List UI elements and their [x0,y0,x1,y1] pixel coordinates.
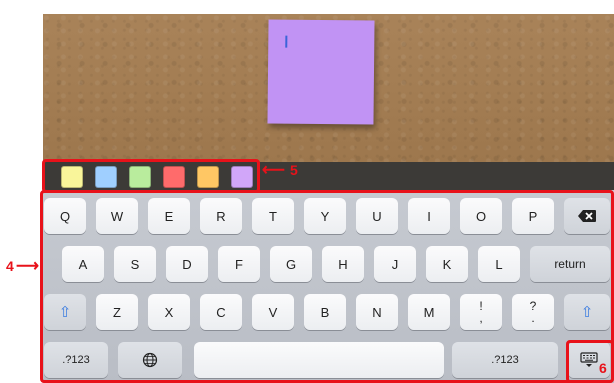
annotation-label-4: 4 [6,258,14,274]
annotation-box-palette [42,159,260,193]
annotation-label-5: 5 [290,162,298,178]
annotation-box-keyboard [40,190,614,383]
annotation-label-6: 6 [599,360,607,376]
text-cursor [285,35,288,48]
sticky-note[interactable] [267,19,375,125]
annotation-arrow-right-icon: ⟶ [16,258,39,275]
annotation-arrow-left-icon: ⟵ [262,162,285,179]
